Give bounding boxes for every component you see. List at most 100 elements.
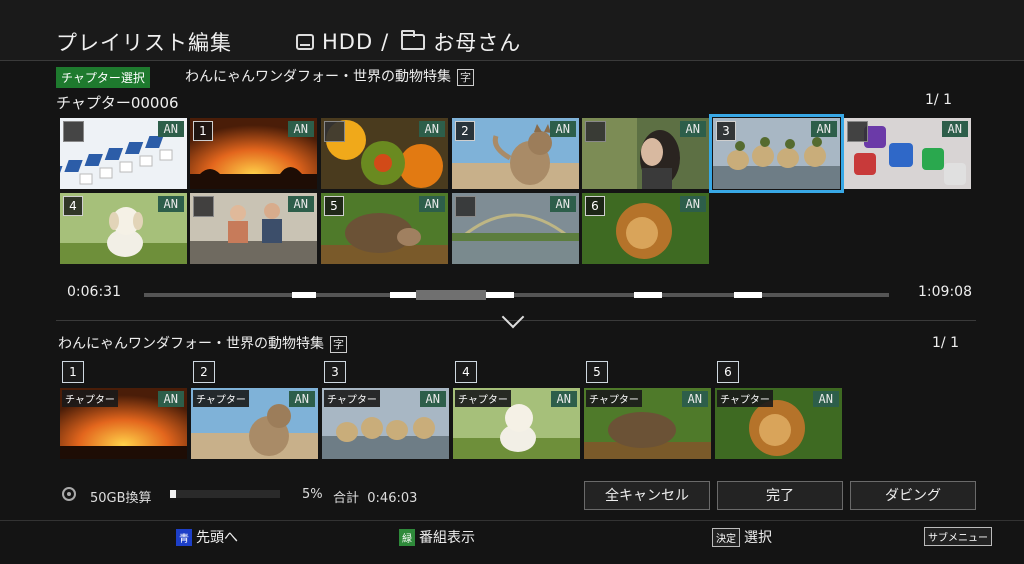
chapter-number: 3 bbox=[716, 121, 736, 141]
hdd-icon bbox=[296, 34, 314, 50]
chapter-thumb[interactable]: AN bbox=[190, 193, 317, 264]
chapter-number: 6 bbox=[585, 196, 605, 216]
chapter-thumb[interactable]: AN bbox=[452, 193, 579, 264]
chapter-mark bbox=[390, 292, 416, 298]
mode-badge: チャプター選択 bbox=[56, 67, 150, 88]
an-badge: AN bbox=[157, 121, 184, 137]
chapter-thumb[interactable]: AN bbox=[582, 118, 709, 189]
green-key-icon: 緑 bbox=[399, 528, 415, 546]
chapter-thumb-selected[interactable]: 3 AN bbox=[709, 114, 844, 193]
footer-hint-blue: 青 先頭へ bbox=[176, 527, 238, 547]
footer-divider bbox=[0, 520, 1024, 521]
chapter-label: チャプター bbox=[193, 390, 249, 407]
chapter-thumb[interactable]: 2 AN bbox=[452, 118, 579, 189]
playlist-page-indicator: 1/ 1 bbox=[932, 335, 959, 351]
playlist-item[interactable]: チャプター AN bbox=[453, 388, 580, 459]
playlist-number: 2 bbox=[193, 361, 215, 383]
chapter-number: 5 bbox=[324, 196, 344, 216]
chapter-thumb[interactable]: 4 AN bbox=[60, 193, 187, 264]
program-title-text: わんにゃんワンダフォー・世界の動物特集 bbox=[185, 69, 451, 85]
an-badge: AN bbox=[681, 391, 708, 407]
playlist-item[interactable]: チャプター AN bbox=[60, 388, 187, 459]
chapter-name: チャプター00006 bbox=[56, 94, 179, 112]
total-value: 0:46:03 bbox=[367, 491, 418, 506]
chapter-thumb[interactable]: 1 AN bbox=[190, 118, 317, 189]
capacity-bar-fill bbox=[170, 490, 176, 498]
capacity-bar bbox=[170, 490, 280, 498]
total-time: 1:09:08 bbox=[918, 284, 972, 300]
an-badge: AN bbox=[287, 121, 314, 137]
blue-key-icon: 青 bbox=[176, 528, 192, 546]
an-badge: AN bbox=[157, 196, 184, 212]
chapter-thumb[interactable]: AN bbox=[60, 118, 187, 189]
chapter-mark bbox=[486, 292, 514, 298]
dubbing-button[interactable]: ダビング bbox=[850, 481, 976, 510]
page-indicator: 1/ 1 bbox=[925, 92, 952, 108]
chapter-checkbox[interactable] bbox=[324, 121, 345, 142]
chapter-number: 4 bbox=[63, 196, 83, 216]
an-badge: AN bbox=[418, 121, 445, 137]
chapter-number: 2 bbox=[455, 121, 475, 141]
chapter-checkbox[interactable] bbox=[455, 196, 476, 217]
folder-icon bbox=[401, 30, 426, 50]
path-separator: / bbox=[381, 30, 390, 54]
chapter-checkbox[interactable] bbox=[847, 121, 868, 142]
chapter-thumb[interactable]: AN bbox=[844, 118, 971, 189]
chapter-mark bbox=[634, 292, 662, 298]
footer-hint-enter: 決定 選択 bbox=[712, 527, 772, 547]
chapter-checkbox[interactable] bbox=[63, 121, 84, 142]
folder-label: お母さん bbox=[433, 31, 522, 55]
an-badge: AN bbox=[549, 196, 576, 212]
page-title: プレイリスト編集 bbox=[56, 31, 232, 55]
an-badge: AN bbox=[418, 196, 445, 212]
an-badge: AN bbox=[288, 391, 315, 407]
playlist-item[interactable]: チャプター AN bbox=[715, 388, 842, 459]
playlist-item[interactable]: チャプター AN bbox=[584, 388, 711, 459]
chapter-thumb[interactable]: 5 AN bbox=[321, 193, 448, 264]
an-badge: AN bbox=[679, 121, 706, 137]
playlist-number: 6 bbox=[717, 361, 739, 383]
chapter-checkbox[interactable] bbox=[193, 196, 214, 217]
total-duration: 合計 0:46:03 bbox=[333, 487, 417, 506]
timeline-track[interactable] bbox=[144, 290, 889, 300]
cancel-all-button[interactable]: 全キャンセル bbox=[584, 481, 710, 510]
chapter-label: チャプター bbox=[324, 390, 380, 407]
chapter-checkbox[interactable] bbox=[585, 121, 606, 142]
playlist-title-text: わんにゃんワンダフォー・世界の動物特集 bbox=[58, 336, 324, 352]
capacity-label: 50GB換算 bbox=[90, 491, 152, 506]
done-button[interactable]: 完了 bbox=[717, 481, 843, 510]
chevron-down-icon[interactable] bbox=[501, 305, 525, 329]
chapter-label: チャプター bbox=[455, 390, 511, 407]
current-time: 0:06:31 bbox=[67, 284, 121, 300]
playlist-item[interactable]: チャプター AN bbox=[322, 388, 449, 459]
total-label: 合計 bbox=[333, 491, 360, 506]
subtitle-icon: 字 bbox=[330, 335, 347, 353]
green-key-label: 番組表示 bbox=[419, 530, 475, 546]
header-divider bbox=[0, 60, 1024, 61]
location-path: HDD / お母さん bbox=[296, 27, 521, 57]
an-badge: AN bbox=[550, 391, 577, 407]
footer-hint-green: 緑 番組表示 bbox=[399, 527, 475, 547]
chapter-label: チャプター bbox=[586, 390, 642, 407]
an-badge: AN bbox=[679, 196, 706, 212]
drive-label: HDD bbox=[322, 30, 374, 54]
an-badge: AN bbox=[287, 196, 314, 212]
playlist-number: 3 bbox=[324, 361, 346, 383]
chapter-mark bbox=[734, 292, 762, 298]
an-badge: AN bbox=[810, 121, 837, 137]
enter-key-icon: 決定 bbox=[712, 527, 740, 547]
playhead-segment[interactable] bbox=[416, 290, 486, 300]
playlist-number: 5 bbox=[586, 361, 608, 383]
enter-key-label: 選択 bbox=[744, 530, 772, 546]
submenu-key-icon: サブメニュー bbox=[924, 527, 992, 546]
an-badge: AN bbox=[549, 121, 576, 137]
chapter-thumb[interactable]: AN bbox=[321, 118, 448, 189]
chapter-number: 1 bbox=[193, 121, 213, 141]
playlist-number: 1 bbox=[62, 361, 84, 383]
chapter-label: チャプター bbox=[717, 390, 773, 407]
chapter-label: チャプター bbox=[62, 390, 118, 407]
an-badge: AN bbox=[941, 121, 968, 137]
chapter-thumb[interactable]: 6 AN bbox=[582, 193, 709, 264]
playlist-item[interactable]: チャプター AN bbox=[191, 388, 318, 459]
an-badge: AN bbox=[157, 391, 184, 407]
